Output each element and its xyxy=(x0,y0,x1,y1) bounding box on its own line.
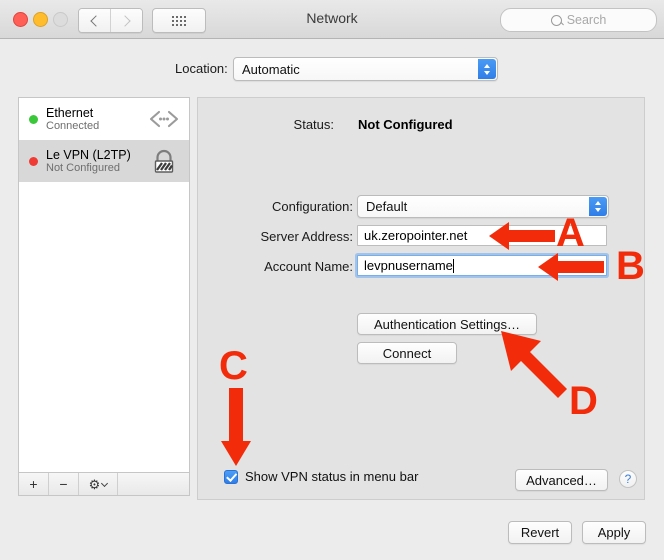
account-name-value: levpnusername xyxy=(364,258,453,273)
text-caret xyxy=(452,258,454,273)
location-popup-button[interactable]: Automatic xyxy=(233,57,498,81)
annotation-arrow-c xyxy=(221,388,251,466)
annotation-label-b: B xyxy=(616,244,645,288)
annotation-label-a: A xyxy=(556,211,585,255)
service-actions-button[interactable]: ⚙ xyxy=(79,473,118,495)
ethernet-icon xyxy=(147,104,181,134)
services-list[interactable]: Ethernet Connected Le VPN (L2TP) Not Con… xyxy=(18,97,190,472)
location-label: Location: xyxy=(175,61,228,76)
status-led-red xyxy=(29,156,38,166)
services-list-toolbar: + − ⚙ xyxy=(18,472,190,496)
location-stepper-icon xyxy=(478,59,496,79)
lock-icon xyxy=(147,146,181,176)
status-value: Not Configured xyxy=(358,117,453,132)
location-value: Automatic xyxy=(242,61,300,77)
help-button[interactable]: ? xyxy=(619,470,637,488)
add-service-button[interactable]: + xyxy=(19,473,49,495)
remove-service-button[interactable]: − xyxy=(49,473,79,495)
vpn-settings-panel xyxy=(197,97,645,500)
server-address-value: uk.zeropointer.net xyxy=(364,228,468,243)
annotation-label-d: D xyxy=(569,379,598,423)
chevron-down-icon xyxy=(101,479,109,487)
server-address-label: Server Address: xyxy=(260,229,354,244)
service-status: Connected xyxy=(46,119,100,132)
configuration-stepper-icon xyxy=(589,197,607,216)
service-name: Le VPN (L2TP) xyxy=(46,147,131,162)
annotation-arrow-b xyxy=(538,253,604,281)
show-vpn-status-label: Show VPN status in menu bar xyxy=(245,469,419,484)
configuration-value: Default xyxy=(366,199,408,214)
apply-button[interactable]: Apply xyxy=(582,521,646,544)
service-status: Not Configured xyxy=(46,161,120,174)
status-led-green xyxy=(29,114,38,124)
gear-icon: ⚙ xyxy=(88,476,101,492)
annotation-arrow-a xyxy=(489,222,555,250)
search-input[interactable]: Search xyxy=(500,8,657,32)
revert-button[interactable]: Revert xyxy=(508,521,572,544)
account-name-label: Account Name: xyxy=(264,259,353,274)
checkbox-box xyxy=(224,469,238,484)
search-placeholder: Search xyxy=(566,13,607,27)
service-name: Ethernet xyxy=(46,105,94,120)
service-row-ethernet[interactable]: Ethernet Connected xyxy=(19,98,189,140)
network-preferences-window: Network Search Location: Automatic Ether… xyxy=(0,0,664,560)
search-icon xyxy=(550,14,562,26)
window-titlebar: Network Search xyxy=(0,0,664,39)
annotation-label-c: C xyxy=(219,344,248,388)
status-label: Status: xyxy=(293,117,334,132)
configuration-label: Configuration: xyxy=(272,199,353,214)
advanced-button[interactable]: Advanced… xyxy=(515,469,608,491)
connect-button[interactable]: Connect xyxy=(357,342,457,364)
service-row-le-vpn-l2tp[interactable]: Le VPN (L2TP) Not Configured xyxy=(19,140,189,182)
show-vpn-status-checkbox[interactable]: Show VPN status in menu bar xyxy=(224,469,418,484)
